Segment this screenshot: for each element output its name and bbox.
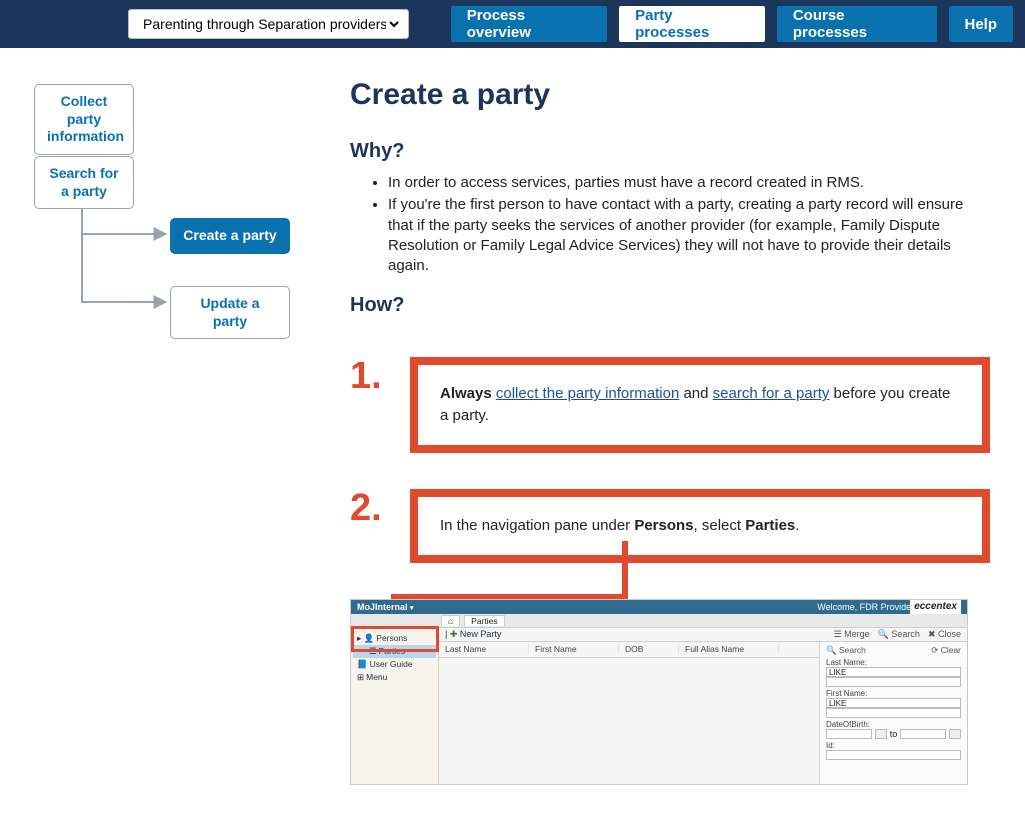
step-text: In the navigation pane under (440, 517, 634, 534)
date-picker-icon (949, 729, 961, 739)
step-text-strong: Always (440, 385, 496, 402)
how-heading: How? (350, 294, 990, 317)
step-text-strong: Persons (634, 517, 693, 534)
provider-select-wrap[interactable]: Parenting through Separation providers (128, 9, 409, 39)
shot-main: | ✚ New Party ☰ Merge 🔍 Search ✖ Close L… (439, 628, 967, 784)
nav-help[interactable]: Help (949, 6, 1014, 42)
label-first-name: First Name: (826, 689, 961, 698)
nav-process-overview[interactable]: Process overview (451, 6, 607, 42)
step-1: 1. Always collect the party information … (350, 357, 990, 453)
app-screenshot: MoJInternal ▾ Welcome, FDR Provider | Lo… (350, 599, 968, 785)
shot-welcome: Welcome, FDR Provider (817, 602, 914, 612)
why-item: In order to access services, parties mus… (388, 173, 990, 193)
label-last-name: Last Name: (826, 658, 961, 667)
label-id: Id: (826, 741, 961, 750)
flow-node-collect[interactable]: Collect party information (34, 84, 134, 155)
step-number: 2. (350, 489, 394, 527)
shot-brand: eccentex (910, 600, 961, 614)
step-text: , select (694, 517, 746, 534)
flow-node-create[interactable]: Create a party (170, 218, 290, 254)
op-select: LIKE (826, 698, 961, 708)
step-number: 1. (350, 357, 394, 395)
flow-node-update[interactable]: Update a party (170, 286, 290, 339)
date-picker-icon (875, 729, 887, 739)
nav-menu: ⊞ Menu (353, 671, 436, 684)
dob-from-input (826, 729, 872, 739)
provider-select[interactable]: Parenting through Separation providers (139, 15, 402, 33)
label-dob: DateOfBirth: (826, 720, 961, 729)
close-icon: ✖ Close (928, 629, 961, 640)
screenshot-with-callout: MoJInternal ▾ Welcome, FDR Provider | Lo… (350, 599, 990, 785)
why-heading: Why? (350, 140, 990, 163)
why-item: If you're the first person to have conta… (388, 195, 990, 276)
op-select: LIKE (826, 667, 961, 677)
shot-titlebar: MoJInternal ▾ Welcome, FDR Provider | Lo… (351, 600, 967, 614)
shot-toolbar: | ✚ New Party ☰ Merge 🔍 Search ✖ Close (439, 628, 967, 642)
nav-parties: ☰ Parties (353, 645, 436, 658)
shot-nav-pane: ▸ 👤 Persons ☰ Parties 📘 User Guide ⊞ Men… (351, 628, 439, 784)
step-text-strong: Parties (745, 517, 795, 534)
first-name-input (826, 708, 961, 718)
side-flowchart: Collect party information Search for a p… (20, 78, 320, 378)
step-2: 2. In the navigation pane under Persons,… (350, 489, 990, 563)
shot-tabs: ⌂ Parties (351, 614, 967, 628)
tab-home-icon: ⌂ (441, 615, 460, 626)
flow-node-search[interactable]: Search for a party (34, 156, 134, 209)
id-input (826, 750, 961, 760)
main-content: Create a party Why? In order to access s… (350, 78, 990, 785)
link-collect-info[interactable]: collect the party information (496, 385, 679, 402)
shot-search-panel: 🔍 Search ⟳ Clear Last Name: LIKE First N… (819, 642, 967, 784)
why-list: In order to access services, parties mus… (350, 173, 990, 276)
to-label: to (890, 729, 898, 739)
dob-to-input (900, 729, 946, 739)
page-title: Create a party (350, 78, 990, 112)
shot-app-name: MoJInternal (357, 602, 408, 612)
shot-tab: Parties (464, 615, 504, 626)
step-box: In the navigation pane under Persons, se… (410, 489, 990, 563)
step-text: and (679, 385, 712, 402)
nav-user-guide: 📘 User Guide (353, 658, 436, 671)
nav-party-processes[interactable]: Party processes (619, 6, 765, 42)
top-navigation: Parenting through Separation providers P… (0, 0, 1025, 48)
link-search-party[interactable]: search for a party (713, 385, 830, 402)
last-name-input (826, 677, 961, 687)
nav-course-processes[interactable]: Course processes (777, 6, 937, 42)
step-text: . (795, 517, 799, 534)
step-box: Always collect the party information and… (410, 357, 990, 453)
nav-persons: ▸ 👤 Persons (353, 632, 436, 645)
